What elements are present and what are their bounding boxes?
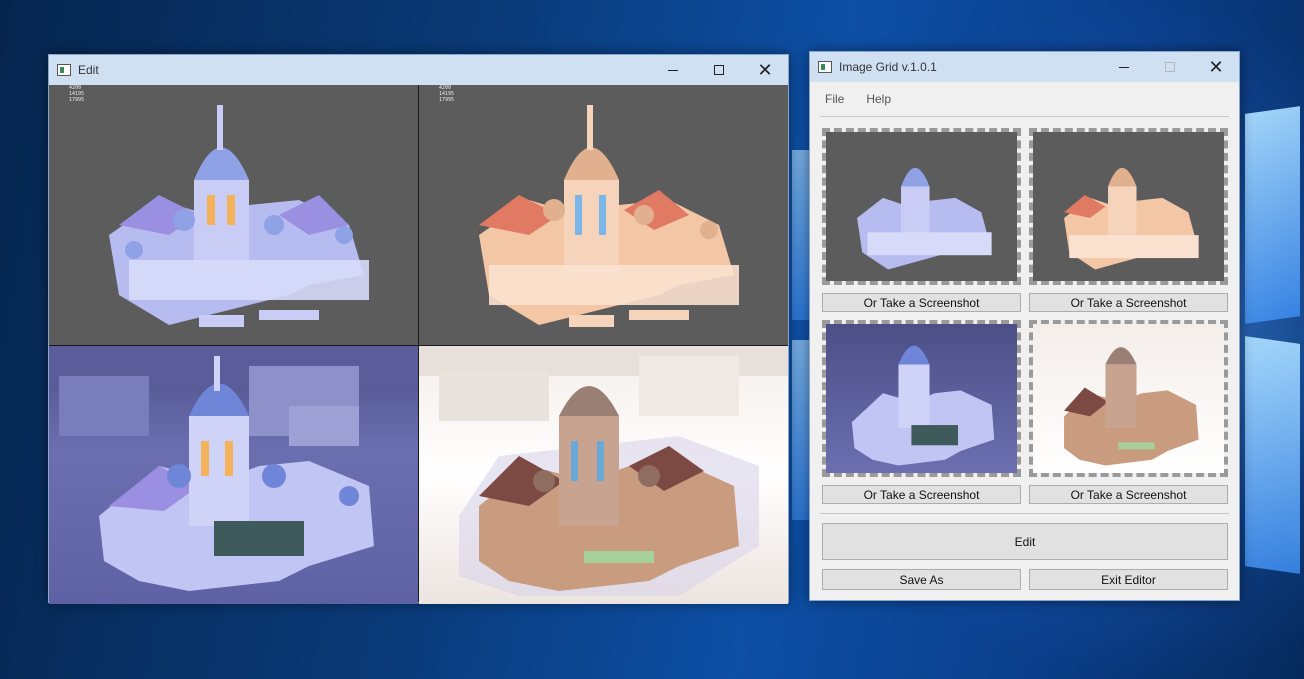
windows-logo-pane xyxy=(1245,336,1300,574)
app-icon xyxy=(57,64,71,76)
building-map-image xyxy=(49,346,418,591)
menu-help[interactable]: Help xyxy=(863,90,894,108)
image-grid-window: Image Grid v.1.0.1 ✕ File Help Or Take a… xyxy=(809,51,1240,601)
windows-logo-pane xyxy=(792,340,810,520)
building-model-image xyxy=(479,105,739,327)
thumbnail-image xyxy=(1064,167,1199,270)
maximize-icon xyxy=(1165,62,1175,72)
edit-window-titlebar[interactable]: Edit ✕ xyxy=(49,55,788,85)
take-screenshot-button-1[interactable]: Or Take a Screenshot xyxy=(822,293,1021,312)
take-screenshot-button-2[interactable]: Or Take a Screenshot xyxy=(1029,293,1228,312)
window-title: Edit xyxy=(78,63,99,77)
window-title: Image Grid v.1.0.1 xyxy=(839,60,937,74)
thumbnail-image xyxy=(851,345,995,466)
image-slot-bottom-right[interactable] xyxy=(1029,320,1228,477)
thumbnail-image xyxy=(857,167,992,270)
image-grid-titlebar[interactable]: Image Grid v.1.0.1 ✕ xyxy=(810,52,1239,82)
maximize-button xyxy=(1147,52,1193,82)
minimize-button[interactable] xyxy=(1101,52,1147,82)
viewport-grid: 4200 14195 17995 4200 14195 17995 xyxy=(49,85,788,604)
take-screenshot-button-4[interactable]: Or Take a Screenshot xyxy=(1029,485,1228,504)
thumbnail-image xyxy=(1064,347,1199,466)
windows-logo-pane xyxy=(1245,106,1300,324)
edit-button[interactable]: Edit xyxy=(822,523,1228,560)
menu-bar: File Help xyxy=(810,82,1239,116)
building-map-image xyxy=(419,346,788,596)
exit-editor-button[interactable]: Exit Editor xyxy=(1029,569,1228,590)
maximize-icon xyxy=(714,65,724,75)
viewport-bottom-right[interactable] xyxy=(419,346,788,604)
viewport-bottom-left[interactable] xyxy=(49,346,418,604)
viewport-top-left[interactable]: 4200 14195 17995 xyxy=(49,85,418,345)
app-icon xyxy=(818,61,832,73)
minimize-icon xyxy=(1119,66,1129,68)
close-button[interactable]: ✕ xyxy=(1193,52,1239,82)
close-icon: ✕ xyxy=(1208,57,1224,77)
building-model-image xyxy=(109,105,369,327)
save-as-button[interactable]: Save As xyxy=(822,569,1021,590)
image-slot-top-left[interactable] xyxy=(822,128,1021,285)
take-screenshot-button-3[interactable]: Or Take a Screenshot xyxy=(822,485,1021,504)
minimize-icon xyxy=(668,69,678,71)
menu-file[interactable]: File xyxy=(822,90,847,108)
image-slot-top-right[interactable] xyxy=(1029,128,1228,285)
windows-logo-pane xyxy=(792,150,810,320)
image-slot-bottom-left[interactable] xyxy=(822,320,1021,477)
minimize-button[interactable] xyxy=(650,55,696,85)
edit-window: Edit ✕ 4200 14195 17995 4200 14195 17995 xyxy=(48,54,789,604)
maximize-button[interactable] xyxy=(696,55,742,85)
separator xyxy=(820,116,1229,117)
viewport-top-right[interactable]: 4200 14195 17995 xyxy=(419,85,788,345)
separator xyxy=(820,513,1229,514)
close-button[interactable]: ✕ xyxy=(742,55,788,85)
close-icon: ✕ xyxy=(757,60,773,80)
